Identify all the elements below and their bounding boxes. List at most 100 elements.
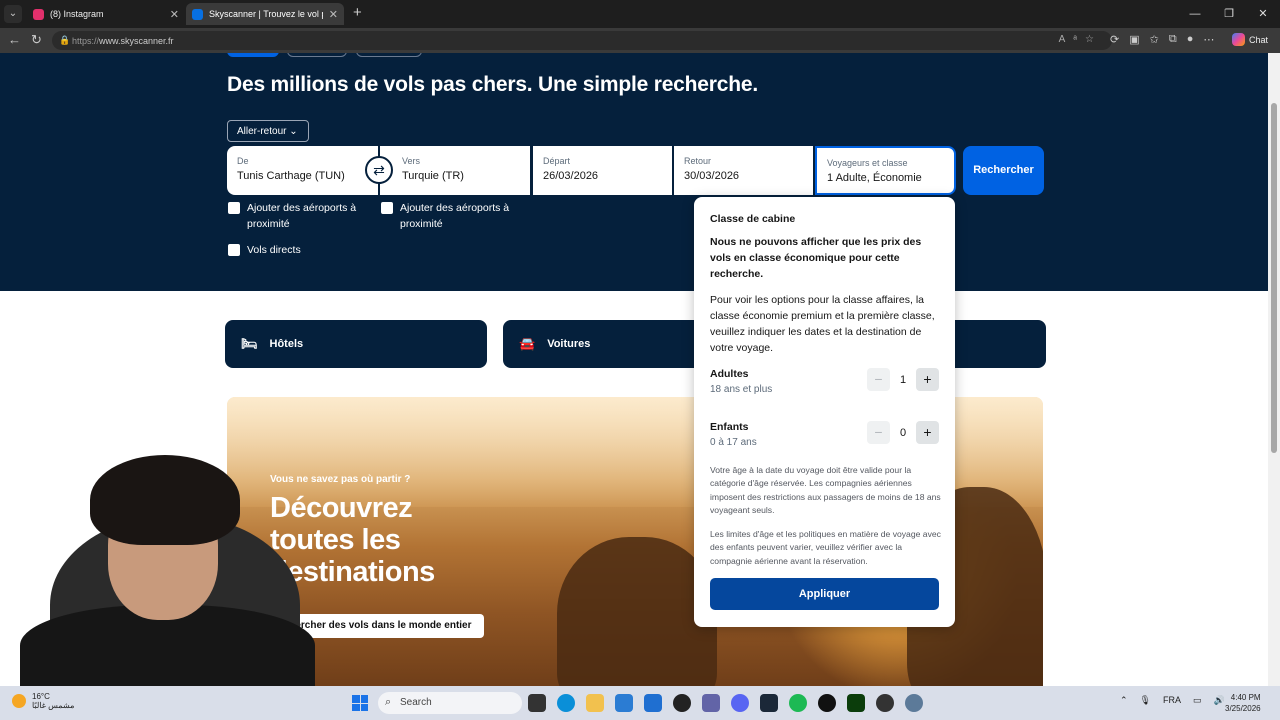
policy-note: Les limites d'âge et les politiques en m… <box>710 529 941 566</box>
microphone-icon[interactable]: 🎙 <box>1140 695 1151 706</box>
app-icon[interactable] <box>818 694 836 712</box>
discord-icon[interactable] <box>731 694 749 712</box>
direct-flights-checkbox[interactable]: Vols directs <box>228 242 301 258</box>
sun-icon <box>12 694 26 708</box>
split-screen-icon[interactable]: ▣ <box>1129 33 1139 46</box>
nearby-from-checkbox[interactable]: Ajouter des aéroports à proximité <box>228 200 368 232</box>
return-field[interactable]: Retour 30/03/2026 <box>674 146 813 195</box>
search-button[interactable]: Rechercher <box>963 146 1044 195</box>
taskbar-search-input[interactable]: ⌕ Search <box>378 692 522 714</box>
file-explorer-icon[interactable] <box>586 694 604 712</box>
close-window-icon[interactable]: ✕ <box>1246 0 1280 28</box>
weather-text: مشمس غالبًا <box>32 701 75 710</box>
minus-icon[interactable]: − <box>867 421 890 444</box>
apply-button[interactable]: Appliquer <box>710 578 939 610</box>
cabin-class-info: Pour voir les options pour la classe aff… <box>710 294 935 354</box>
outlook-icon[interactable] <box>615 694 633 712</box>
adults-count: 1 <box>899 373 907 386</box>
edge-icon[interactable] <box>557 694 575 712</box>
tab-title: (8) Instagram <box>50 9 104 19</box>
chevron-down-icon: ⌄ <box>289 126 298 137</box>
window-controls: — ❐ ✕ <box>1178 0 1280 28</box>
car-icon: 🚘 <box>519 336 536 351</box>
bed-icon: 🛏 <box>241 336 258 351</box>
tab-actions-icon[interactable]: ⌄ <box>4 5 22 23</box>
minimize-icon[interactable]: — <box>1178 0 1212 28</box>
checkbox-box[interactable] <box>228 244 240 256</box>
page-scrollbar[interactable] <box>1268 53 1280 686</box>
windows-start-icon[interactable] <box>352 695 368 711</box>
taskbar-search-label: Search <box>400 697 432 708</box>
cabin-class-warning: Nous ne pouvons afficher que les prix de… <box>710 236 922 280</box>
nav-pill-hotels[interactable] <box>287 53 347 57</box>
refresh-icon[interactable]: ↻ <box>31 32 42 48</box>
checkbox-box[interactable] <box>381 202 393 214</box>
to-field[interactable]: Vers Turquie (TR) <box>380 146 530 195</box>
from-field[interactable]: De Tunis Carthage (TUN) <box>227 146 378 195</box>
search-icon: ⌕ <box>385 696 392 708</box>
new-tab-icon[interactable]: + <box>353 4 362 21</box>
close-tab-icon[interactable]: ✕ <box>329 8 338 21</box>
adults-row: Adultes 18 ans et plus − 1 + <box>710 368 939 395</box>
more-icon[interactable]: ⋯ <box>1203 33 1214 46</box>
trip-type-select[interactable]: Aller-retour ⌄ <box>227 120 309 142</box>
app-icon[interactable] <box>673 694 691 712</box>
nav-pill-flights[interactable] <box>227 53 279 57</box>
close-tab-icon[interactable]: ✕ <box>170 8 179 21</box>
children-row: Enfants 0 à 17 ans − 0 + <box>710 421 939 448</box>
minus-icon[interactable]: − <box>867 368 890 391</box>
scrollbar-thumb[interactable] <box>1271 103 1277 453</box>
store-icon[interactable] <box>644 694 662 712</box>
tab-title: Skyscanner | Trouvez le vol pas che <box>209 9 323 19</box>
webcam-hair <box>90 455 240 545</box>
travellers-field[interactable]: Voyageurs et classe 1 Adulte, Économie <box>815 146 956 195</box>
url-input[interactable]: 🔒 https://www.skyscanner.fr Aᵃ☆ <box>52 31 1112 50</box>
children-stepper: − 0 + <box>867 421 939 444</box>
volume-icon[interactable]: 🔊 <box>1214 695 1225 706</box>
teams-icon[interactable] <box>702 694 720 712</box>
clock[interactable]: 4:40 PM 3/25/2026 <box>1225 692 1261 714</box>
profile-avatar[interactable]: ● <box>1187 33 1194 46</box>
chevron-up-icon[interactable]: ⌃ <box>1120 695 1128 706</box>
collections-icon[interactable]: ⧉ <box>1169 33 1177 46</box>
restore-icon[interactable]: ❐ <box>1212 0 1246 28</box>
app-icon[interactable] <box>876 694 894 712</box>
to-value: Turquie (TR) <box>402 170 464 182</box>
trip-type-label: Aller-retour <box>237 126 287 137</box>
adults-stepper: − 1 + <box>867 368 939 391</box>
from-label: De <box>237 156 249 166</box>
nav-pill-cars[interactable] <box>356 53 422 57</box>
settings-icon[interactable] <box>905 694 923 712</box>
to-label: Vers <box>402 156 421 166</box>
extensions-icon[interactable]: ⟳ <box>1110 33 1119 46</box>
nearby-from-label: Ajouter des aéroports à proximité <box>247 202 357 230</box>
nvidia-icon[interactable] <box>847 694 865 712</box>
back-icon[interactable]: ← <box>8 32 21 47</box>
tab-instagram[interactable]: (8) Instagram ✕ <box>27 3 185 25</box>
nearby-to-checkbox[interactable]: Ajouter des aéroports à proximité <box>381 200 521 232</box>
clock-time: 4:40 PM <box>1230 693 1261 702</box>
task-view-icon[interactable] <box>528 694 546 712</box>
hotels-label: Hôtels <box>269 338 304 350</box>
browser-toolbar: ⟳ ▣ ✩ ⧉ ● ⋯ <box>1110 33 1214 46</box>
copilot-chat-button[interactable]: Chat <box>1232 33 1268 46</box>
plus-icon[interactable]: + <box>916 368 939 391</box>
read-aloud-favorite-icons[interactable]: Aᵃ☆ <box>1059 34 1102 45</box>
instagram-icon <box>33 8 44 20</box>
steam-icon[interactable] <box>760 694 778 712</box>
network-icon[interactable]: ▭ <box>1193 695 1202 706</box>
swap-icon[interactable]: ⇄ <box>365 156 393 184</box>
spotify-icon[interactable] <box>789 694 807 712</box>
depart-field[interactable]: Départ 26/03/2026 <box>533 146 672 195</box>
plus-icon[interactable]: + <box>916 421 939 444</box>
favorites-icon[interactable]: ✩ <box>1150 33 1159 46</box>
url-prefix: https:// <box>72 36 100 46</box>
language-indicator[interactable]: FRA <box>1163 695 1181 706</box>
weather-widget[interactable]: 16°C مشمس غالبًا <box>12 692 74 710</box>
age-note: Votre âge à la date du voyage doit être … <box>710 465 941 515</box>
checkbox-box[interactable] <box>228 202 240 214</box>
return-value: 30/03/2026 <box>684 170 740 182</box>
search-hero: Des millions de vols pas chers. Une simp… <box>0 53 1268 291</box>
hotels-card[interactable]: 🛏 Hôtels <box>225 320 487 368</box>
tab-skyscanner[interactable]: Skyscanner | Trouvez le vol pas che ✕ <box>186 3 344 25</box>
